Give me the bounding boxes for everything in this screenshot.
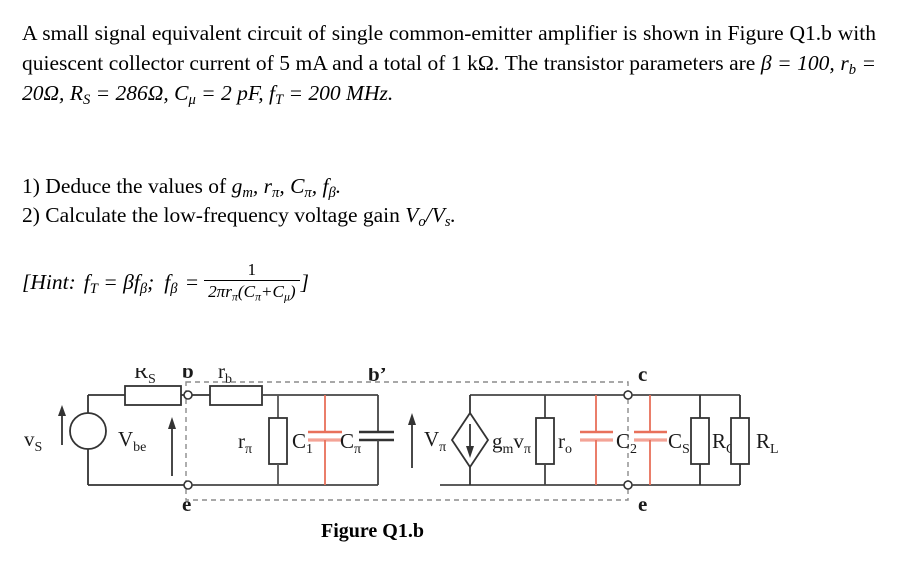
rl-label: RL: [756, 429, 779, 457]
node-b-label: b: [182, 368, 194, 383]
rs-number: 286Ω,: [115, 81, 169, 105]
node-e-left: [183, 480, 193, 490]
question-1-symbols: gm, rπ, Cπ, fβ.: [231, 174, 342, 202]
c1-label: C1: [292, 429, 313, 457]
question-1-number: 1): [22, 174, 40, 198]
beta-value: β = 100,: [760, 51, 835, 75]
problem-line-3: of 1 kΩ. The transistor parameters are: [427, 51, 756, 75]
hint-equals: =: [184, 269, 200, 294]
circuit-diagram: vS RS Vbe b e rb rπ C1 Cπ b’ Vπ gmvπ ro …: [24, 368, 779, 516]
question-2-number: 2): [22, 203, 40, 227]
question-2-symbols: Vo/Vs.: [405, 203, 456, 231]
question-1: 1) Deduce the values of gm, rπ, Cπ, fβ.: [22, 172, 456, 201]
rpi-label: rπ: [238, 429, 252, 457]
node-e-right-label: e: [638, 492, 647, 516]
node-c: [623, 390, 633, 400]
rs-value: RS =: [69, 81, 111, 109]
vpi-label: Vπ: [424, 427, 446, 455]
hint-close-bracket: ]: [300, 269, 309, 294]
c2-label: C2: [616, 429, 637, 457]
node-bprime-label: b’: [368, 368, 387, 386]
resistor-rpi: [268, 417, 288, 465]
vbe-label: Vbe: [118, 427, 146, 455]
vs-label: vS: [24, 427, 42, 455]
node-e-left-label: e: [182, 492, 191, 516]
voltage-source-symbol: [69, 412, 107, 450]
rb-label: rb: [218, 368, 232, 387]
gmvpi-label: gmvπ: [492, 429, 531, 457]
questions-list: 1) Deduce the values of gm, rπ, Cπ, fβ. …: [22, 172, 456, 230]
vbe-arrow: [168, 417, 176, 476]
question-2-text: Calculate the low-frequency voltage gain: [45, 203, 400, 227]
vpi-arrow: [408, 413, 416, 468]
resistor-rc: [690, 417, 710, 465]
ro-label: ro: [558, 429, 572, 457]
resistor-ro: [535, 417, 555, 465]
hint-fraction: 1 2πrπ(Cπ+Cμ): [204, 260, 300, 303]
question-1-text: Deduce the values of: [45, 174, 227, 198]
node-b: [183, 390, 193, 400]
figure-caption: Figure Q1.b: [321, 520, 424, 542]
cmu-value: Cμ = 2 pF,: [174, 81, 264, 109]
hint-label: Hint:: [30, 269, 76, 294]
cpi-label: Cπ: [340, 429, 361, 457]
node-e-right: [623, 480, 633, 490]
problem-statement: A small signal equivalent circuit of sin…: [22, 18, 876, 108]
problem-paragraph: A small signal equivalent circuit of sin…: [22, 18, 876, 108]
circuit-figure: vS RS Vbe b e rb rπ C1 Cπ b’ Vπ gmvπ ro …: [0, 368, 897, 571]
resistor-rl: [730, 417, 750, 465]
ft-value: fT = 200 MHz.: [269, 81, 394, 109]
hint-denominator: 2πrπ(Cπ+Cμ): [204, 280, 300, 303]
question-2: 2) Calculate the low-frequency voltage g…: [22, 201, 456, 230]
problem-line-1: A small signal equivalent circuit of sin…: [22, 21, 638, 45]
cs-label: CS: [668, 429, 690, 457]
hint-numerator: 1: [247, 260, 257, 279]
rs-label: RS: [134, 368, 156, 387]
node-c-label: c: [638, 368, 647, 386]
hint-block: [ Hint: fT = βfβ; fβ = 1 2πrπ(Cπ+Cμ) ]: [22, 260, 309, 303]
resistor-rb: [209, 385, 263, 406]
resistor-rs: [124, 385, 182, 406]
source-voltage-arrow: [58, 405, 66, 445]
hint-equation-1: fT = βfβ;: [83, 269, 155, 297]
hint-equation-2-lhs: fβ: [164, 269, 178, 297]
